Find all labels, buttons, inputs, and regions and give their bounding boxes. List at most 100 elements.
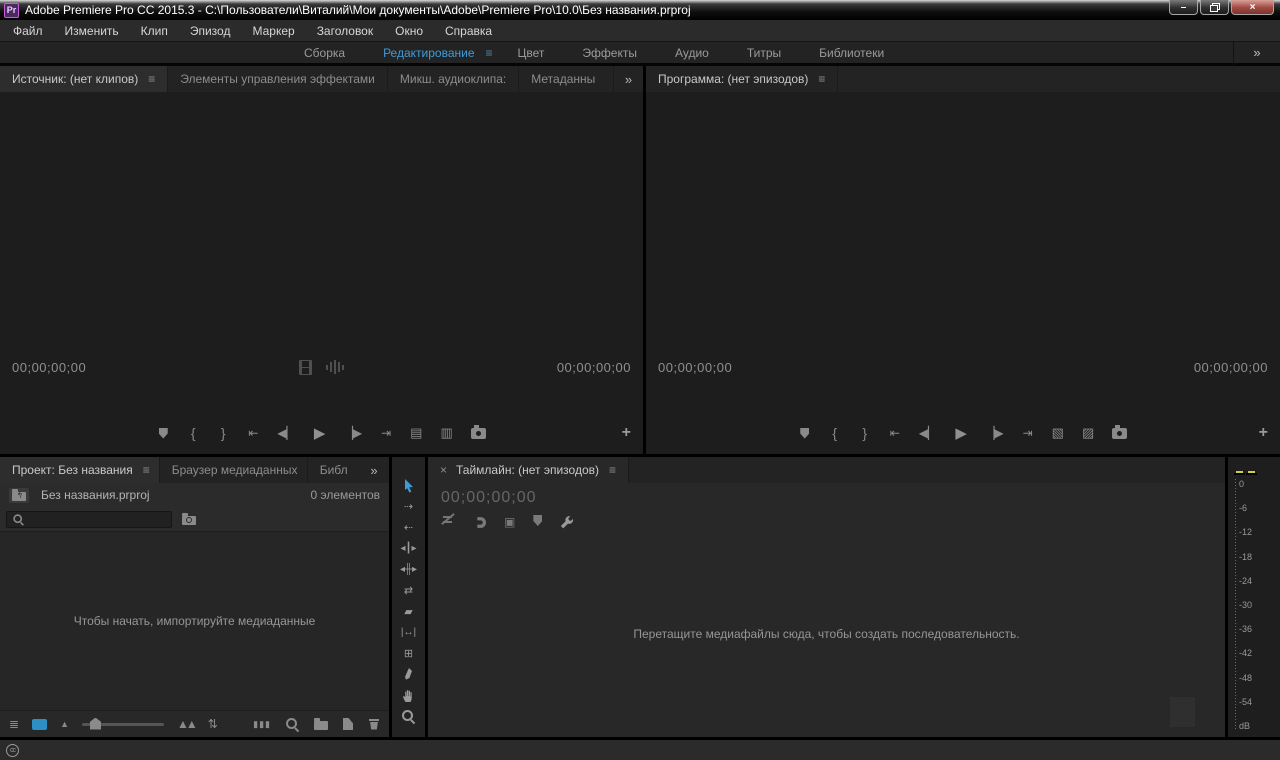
tab-effect-controls[interactable]: Элементы управления эффектами: [168, 66, 388, 92]
drag-video-icon[interactable]: [299, 360, 312, 375]
close-tab-icon[interactable]: ×: [440, 463, 447, 477]
tools-panel: ⇢ ⇠ ◂┃▸ ◂╫▸ ⇄ ▰ |↔| ⊞: [392, 457, 425, 737]
zoom-tool[interactable]: [392, 706, 425, 727]
export-frame-button[interactable]: [1112, 428, 1127, 439]
close-button[interactable]: ×: [1231, 0, 1274, 15]
step-forward-button[interactable]: ▕▶: [344, 426, 362, 440]
tab-audio-clip-mixer[interactable]: Микш. аудиоклипа:: [388, 66, 519, 92]
tab-source[interactable]: Источник: (нет клипов) ≡: [0, 66, 168, 92]
menu-item-file[interactable]: Файл: [2, 24, 54, 38]
new-item-button[interactable]: [343, 718, 353, 730]
source-tab-overflow-button[interactable]: »: [613, 66, 643, 92]
list-view-button[interactable]: ≣: [9, 717, 19, 731]
go-to-out-button[interactable]: ⇥: [1022, 426, 1034, 440]
minimize-button[interactable]: –: [1169, 0, 1198, 15]
workspace-tab-color[interactable]: Цвет: [499, 46, 564, 60]
source-viewer[interactable]: [0, 92, 643, 356]
navigate-up-button[interactable]: [9, 488, 29, 503]
slip-tool[interactable]: |↔|: [392, 622, 425, 643]
tab-media-browser[interactable]: Браузер медиаданных: [160, 457, 308, 483]
add-marker-button[interactable]: [157, 428, 169, 439]
tab-project[interactable]: Проект: Без названия ≡: [0, 457, 160, 483]
restore-button[interactable]: [1200, 0, 1229, 15]
button-editor-button[interactable]: +: [1259, 424, 1268, 442]
add-marker-button[interactable]: [533, 513, 542, 531]
workspace-tab-libraries[interactable]: Библиотеки: [800, 46, 903, 60]
add-marker-button[interactable]: [799, 428, 811, 439]
project-tab-overflow-button[interactable]: »: [359, 457, 389, 483]
linked-selection-button[interactable]: ▣: [504, 515, 515, 529]
panel-menu-icon[interactable]: ≡: [609, 463, 616, 477]
go-to-in-button[interactable]: ⇤: [247, 426, 259, 440]
insert-button[interactable]: ▤: [410, 425, 422, 441]
step-back-button[interactable]: ◀▏: [919, 426, 937, 440]
rolling-edit-tool[interactable]: ◂╫▸: [392, 559, 425, 580]
creative-cloud-icon[interactable]: cc: [6, 744, 19, 757]
program-viewer[interactable]: [646, 92, 1280, 356]
rate-stretch-tool[interactable]: ⇄: [392, 580, 425, 601]
hand-tool[interactable]: [392, 685, 425, 706]
project-content-area[interactable]: Чтобы начать, импортируйте медиаданные: [0, 531, 389, 710]
icon-view-button[interactable]: [32, 719, 47, 730]
step-forward-button[interactable]: ▕▶: [985, 426, 1003, 440]
delete-button[interactable]: [368, 718, 380, 731]
go-to-in-button[interactable]: ⇤: [889, 426, 901, 440]
extract-button[interactable]: ▨: [1082, 425, 1094, 441]
timeline-settings-button[interactable]: [560, 515, 574, 529]
menu-item-sequence[interactable]: Эпизод: [179, 24, 242, 38]
workspace-tab-effects[interactable]: Эффекты: [563, 46, 656, 60]
mark-out-button[interactable]: }: [217, 425, 229, 441]
project-search-input[interactable]: [30, 513, 166, 525]
track-select-forward-tool[interactable]: ⇢: [392, 496, 425, 517]
menu-item-clip[interactable]: Клип: [130, 24, 179, 38]
timeline-scroll-corner[interactable]: [1170, 697, 1195, 727]
selection-tool[interactable]: [392, 475, 425, 496]
thumbnail-size-slider[interactable]: [82, 723, 164, 726]
thumbnail-size-small-icon: ▲: [60, 719, 69, 729]
ripple-edit-tool[interactable]: ◂┃▸: [392, 538, 425, 559]
slider-thumb[interactable]: [90, 718, 101, 730]
snap-button[interactable]: [473, 516, 486, 529]
nest-toggle-button[interactable]: [441, 513, 455, 531]
workspace-overflow-button[interactable]: »: [1234, 45, 1280, 60]
pen-tool[interactable]: [392, 664, 425, 685]
workspace-tab-editing[interactable]: Редактирование: [364, 46, 493, 60]
panel-menu-icon[interactable]: ≡: [148, 72, 155, 86]
workspace-tab-audio[interactable]: Аудио: [656, 46, 728, 60]
slide-tool[interactable]: ⊞: [392, 643, 425, 664]
menu-item-help[interactable]: Справка: [434, 24, 503, 38]
export-frame-button[interactable]: [471, 428, 486, 439]
tab-program[interactable]: Программа: (нет эпизодов) ≡: [646, 66, 838, 92]
workspace-menu-icon[interactable]: ≡: [486, 46, 493, 60]
sort-button[interactable]: ⇅: [208, 717, 218, 731]
button-editor-button[interactable]: +: [622, 424, 631, 442]
play-button[interactable]: ▶: [955, 424, 967, 442]
go-to-out-button[interactable]: ⇥: [380, 426, 392, 440]
new-bin-button[interactable]: [314, 719, 328, 730]
workspace-tab-titles[interactable]: Титры: [728, 46, 800, 60]
workspace-tab-assembly[interactable]: Сборка: [285, 46, 364, 60]
find-button[interactable]: [286, 718, 299, 731]
filter-bin-content-button[interactable]: [182, 514, 196, 525]
menu-item-marker[interactable]: Маркер: [241, 24, 305, 38]
panel-menu-icon[interactable]: ≡: [143, 463, 150, 477]
tab-timeline[interactable]: × Таймлайн: (нет эпизодов) ≡: [428, 457, 629, 483]
tab-metadata[interactable]: Метаданны: [519, 66, 599, 92]
timeline-drop-area[interactable]: Перетащите медиафайлы сюда, чтобы создат…: [428, 530, 1225, 737]
track-select-backward-tool[interactable]: ⇠: [392, 517, 425, 538]
menu-item-window[interactable]: Окно: [384, 24, 434, 38]
play-button[interactable]: ▶: [314, 424, 326, 442]
step-back-button[interactable]: ◀▏: [277, 426, 295, 440]
overwrite-button[interactable]: ▥: [440, 425, 452, 441]
menu-item-edit[interactable]: Изменить: [54, 24, 130, 38]
panel-menu-icon[interactable]: ≡: [818, 72, 825, 86]
tab-libraries[interactable]: Библ: [308, 457, 359, 483]
automate-to-sequence-button[interactable]: ▮▮▮: [253, 719, 271, 730]
razor-tool[interactable]: ▰: [392, 601, 425, 622]
menu-item-title[interactable]: Заголовок: [306, 24, 384, 38]
mark-in-button[interactable]: {: [829, 425, 841, 441]
drag-audio-icon[interactable]: [326, 360, 344, 374]
mark-out-button[interactable]: }: [859, 425, 871, 441]
mark-in-button[interactable]: {: [187, 425, 199, 441]
lift-button[interactable]: ▧: [1052, 425, 1064, 441]
